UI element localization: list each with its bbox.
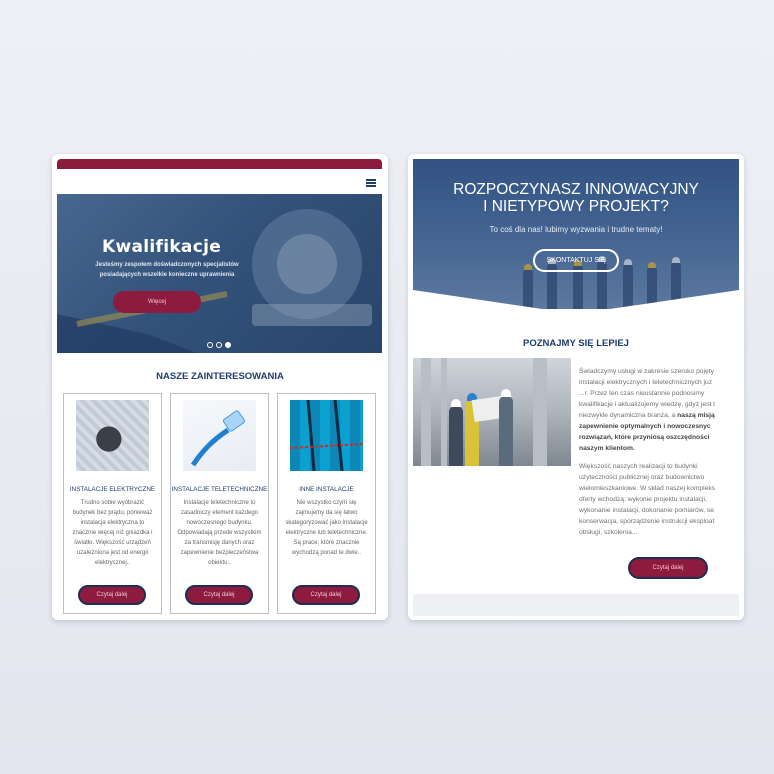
read-more-button[interactable]: Czytaj dalej (78, 585, 146, 605)
hero-subtitle: To coś dla nas! lubimy wyzwania i trudne… (489, 225, 663, 234)
contact-button[interactable]: SKONTAKTUJ SIĘ (533, 249, 619, 272)
interest-card-telecom: INSTALACJE TELETECHNICZNE Instalacje tel… (170, 393, 269, 614)
engineers-photo (413, 358, 571, 466)
interest-title[interactable]: INNE INSTALACJE (278, 486, 375, 493)
hero-heading-line-1: ROZPOCZYNASZ INNOWACYJNY (453, 181, 699, 198)
network-cable-icon (190, 410, 246, 467)
interest-description: Nie wszystko czym się zajmujemy da się ł… (285, 500, 368, 556)
mobile-preview-right: ROZPOCZYNASZ INNOWACYJNY I NIETYPOWY PRO… (408, 154, 744, 620)
hero-title: Kwalifikacje (102, 237, 222, 257)
hero-subtitle: Jesteśmy zespołem doświadczonych specjal… (95, 262, 239, 278)
network-cable-image (183, 400, 256, 471)
hero-heading: ROZPOCZYNASZ INNOWACYJNY I NIETYPOWY PRO… (413, 181, 739, 215)
about-paragraph-2: Większość naszych realizacji to budynki … (579, 463, 716, 536)
hero-heading-line-2: I NIETYPOWY PROJEKT? (483, 198, 669, 215)
section-chevron-divider (413, 290, 739, 314)
mobile-preview-left: Kwalifikacje Jesteśmy zespołem doświadcz… (52, 154, 388, 620)
about-paragraph-1: Świadczymy usługi w zakresie szeroko poj… (579, 368, 716, 452)
interest-description: Instalacje teletechniczne to zasadniczy … (177, 500, 262, 566)
read-more-button[interactable]: Czytaj dalej (185, 585, 253, 605)
hero-slider: Kwalifikacje Jesteśmy zespołem doświadcz… (57, 194, 382, 353)
read-more-button[interactable]: Czytaj dalej (292, 585, 360, 605)
interest-card-electric: INSTALACJE ELEKTRYCZNE Trudno sobie wyob… (63, 393, 162, 614)
interest-description: Trudno sobie wyobrazić budynek bez prądu… (72, 500, 153, 566)
pool-lanes-image (289, 399, 364, 472)
slider-dot-1[interactable] (207, 342, 213, 348)
section-title-interests: NASZE ZAINTERESOWANIA (156, 371, 284, 382)
slider-dot-2[interactable] (216, 342, 222, 348)
read-more-button[interactable]: Czytaj dalej (628, 557, 708, 579)
project-hero: ROZPOCZYNASZ INNOWACYJNY I NIETYPOWY PRO… (413, 159, 739, 309)
interest-title[interactable]: INSTALACJE ELEKTRYCZNE (64, 486, 161, 493)
hamburger-menu-icon[interactable] (366, 179, 376, 187)
interest-card-other: INNE INSTALACJE Nie wszystko czym się za… (277, 393, 376, 614)
footer-band (413, 594, 739, 616)
pool-lane-lines (289, 399, 364, 472)
slider-dot-3[interactable] (225, 342, 231, 348)
slider-dots (207, 342, 231, 348)
about-text: Świadczymy usługi w zakresie szeroko poj… (579, 366, 739, 545)
section-title-about: POZNAJMY SIĘ LEPIEJ (523, 338, 629, 349)
more-button[interactable]: Więcej (113, 291, 201, 313)
electric-installation-image (76, 400, 149, 471)
top-bar (57, 159, 382, 169)
interest-title[interactable]: INSTALACJE TELETECHNICZNE (171, 486, 268, 493)
